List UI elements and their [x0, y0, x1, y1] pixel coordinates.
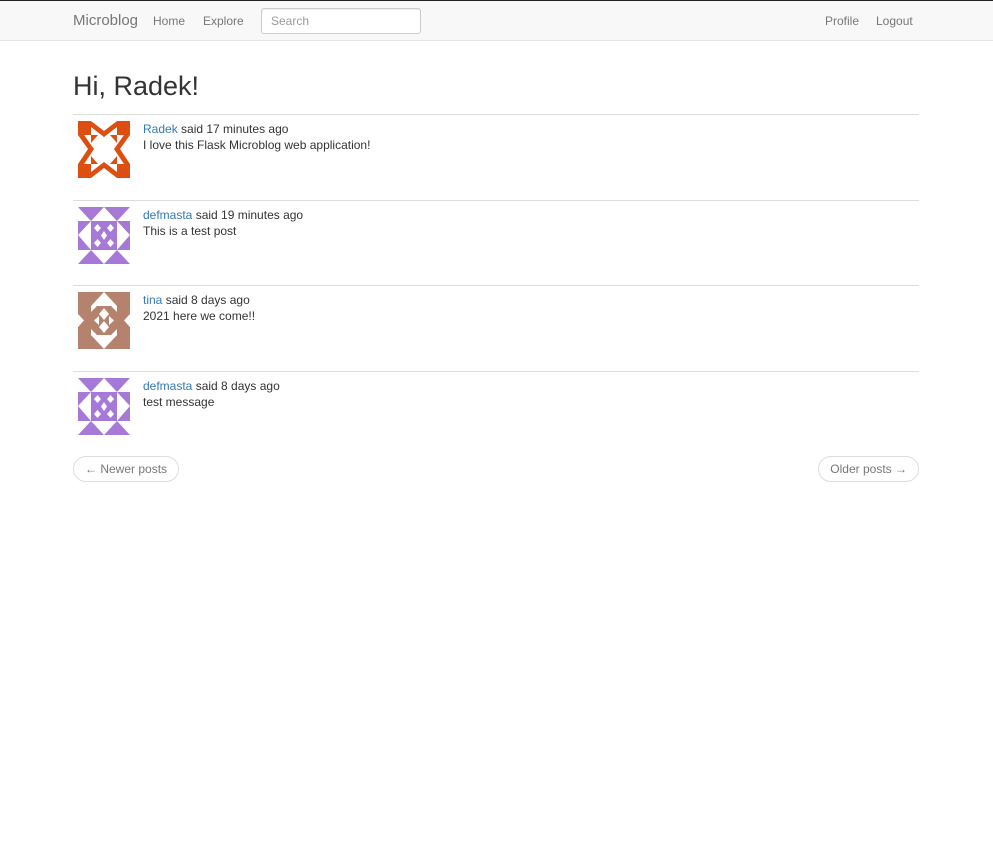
post-body: I love this Flask Microblog web applicat…	[143, 138, 371, 152]
post-item: defmasta said 19 minutes ago This is a t…	[73, 200, 919, 286]
post-header: defmasta said 8 days ago	[143, 378, 280, 394]
post-header: defmasta said 19 minutes ago	[143, 207, 303, 223]
identicon-avatar[interactable]	[78, 378, 130, 435]
identicon-avatar[interactable]	[78, 121, 130, 178]
post-author-link[interactable]: defmasta	[143, 379, 192, 393]
post-timestamp: said 8 days ago	[162, 293, 250, 307]
newer-posts-button[interactable]: ← Newer posts	[73, 456, 180, 482]
post-text: defmasta said 19 minutes ago This is a t…	[143, 207, 303, 239]
nav-home-link[interactable]: Home	[153, 14, 185, 28]
page-title: Hi, Radek!	[73, 71, 200, 101]
navbar: Microblog Home Explore Profile Logout	[0, 1, 993, 41]
post-item: tina said 8 days ago 2021 here we come!!	[73, 285, 919, 371]
post-author-link[interactable]: defmasta	[143, 208, 192, 222]
post-text: Radek said 17 minutes ago I love this Fl…	[143, 121, 370, 153]
nav-logout-link[interactable]: Logout	[876, 14, 913, 28]
post-text: tina said 8 days ago 2021 here we come!!	[143, 292, 255, 324]
post-item: Radek said 17 minutes ago I love this Fl…	[73, 114, 919, 200]
brand-link[interactable]: Microblog	[73, 12, 138, 30]
post-body: test message	[143, 395, 215, 409]
post-timestamp: said 17 minutes ago	[177, 122, 289, 136]
search-input[interactable]	[261, 8, 421, 34]
post-text: defmasta said 8 days ago test message	[143, 378, 280, 410]
post-header: tina said 8 days ago	[143, 292, 255, 308]
post-body: This is a test post	[143, 224, 237, 238]
older-posts-button[interactable]: Older posts →	[818, 456, 919, 482]
nav-profile-link[interactable]: Profile	[825, 14, 859, 28]
post-header: Radek said 17 minutes ago	[143, 121, 370, 137]
post-item: defmasta said 8 days ago test message	[73, 371, 919, 457]
post-timestamp: said 8 days ago	[192, 379, 280, 393]
post-timestamp: said 19 minutes ago	[192, 208, 304, 222]
identicon-avatar[interactable]	[78, 292, 130, 349]
nav-explore-link[interactable]: Explore	[203, 14, 244, 28]
post-body: 2021 here we come!!	[143, 309, 256, 323]
post-author-link[interactable]: Radek	[143, 122, 178, 136]
post-author-link[interactable]: tina	[143, 293, 162, 307]
identicon-avatar[interactable]	[78, 207, 130, 264]
